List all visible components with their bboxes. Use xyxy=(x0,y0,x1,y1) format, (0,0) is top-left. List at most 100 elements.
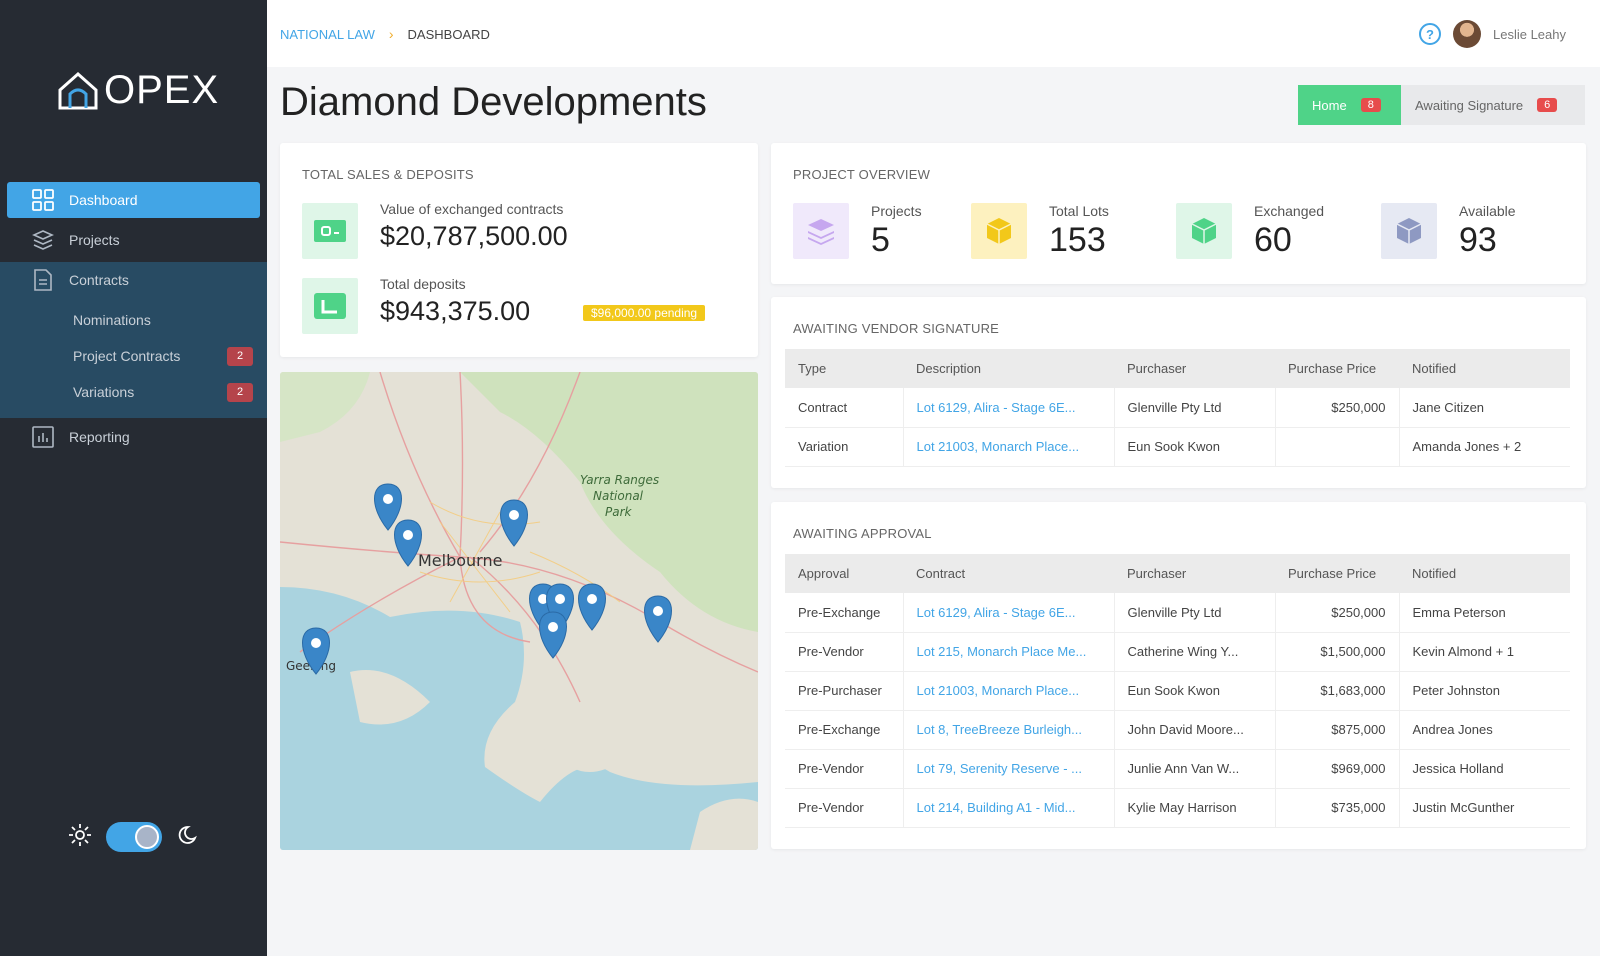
sidebar-subitem-project-contracts[interactable]: Project Contracts 2 xyxy=(0,338,267,374)
stat-label: Total deposits xyxy=(380,276,466,292)
house-logo-icon xyxy=(58,71,98,109)
column-header[interactable]: Notified xyxy=(1399,349,1570,388)
column-header[interactable]: Approval xyxy=(785,554,903,593)
sales-card: TOTAL SALES & DEPOSITS Value of exchange… xyxy=(280,143,758,357)
sidebar-item-label: Dashboard xyxy=(69,192,138,208)
cell-type: Variation xyxy=(785,427,904,467)
logo-text: OPEX xyxy=(104,68,220,112)
sidebar-subitem-label: Project Contracts xyxy=(73,348,181,364)
column-header[interactable]: Purchaser xyxy=(1114,554,1275,593)
sidebar-item-label: Reporting xyxy=(69,429,130,445)
cell-contract-link[interactable]: Lot 21003, Monarch Place... xyxy=(903,671,1115,711)
cell-price: $250,000 xyxy=(1275,593,1400,633)
stat-label: Exchanged xyxy=(1254,203,1325,219)
tab-home[interactable]: Home 8 xyxy=(1298,85,1401,125)
table-row[interactable]: Pre-Vendor Lot 214, Building A1 - Mid...… xyxy=(785,788,1570,828)
cell-purchaser: Glenville Pty Ltd xyxy=(1114,388,1276,428)
dark-mode-switch[interactable] xyxy=(106,822,162,852)
stat-value: 5 xyxy=(871,221,890,259)
sidebar-item-dashboard[interactable]: Dashboard xyxy=(7,182,260,218)
table-row[interactable]: Pre-Exchange Lot 8, TreeBreeze Burleigh.… xyxy=(785,710,1570,750)
table-row[interactable]: Variation Lot 21003, Monarch Place... Eu… xyxy=(785,427,1570,467)
table-row[interactable]: Contract Lot 6129, Alira - Stage 6E... G… xyxy=(785,388,1570,428)
card-title: PROJECT OVERVIEW xyxy=(793,167,931,182)
stat-available: Available 93 xyxy=(1381,203,1516,260)
user-menu: ? Leslie Leahy xyxy=(1419,20,1566,48)
layers-icon xyxy=(793,203,849,259)
sidebar-item-contracts[interactable]: Contracts xyxy=(7,262,260,298)
column-header[interactable]: Contract xyxy=(903,554,1114,593)
cell-approval: Pre-Vendor xyxy=(785,749,904,789)
cell-notified: Amanda Jones + 2 xyxy=(1399,427,1570,467)
cell-price: $250,000 xyxy=(1275,388,1400,428)
breadcrumb-current: DASHBOARD xyxy=(407,26,490,42)
cell-approval: Pre-Vendor xyxy=(785,788,904,828)
column-header[interactable]: Purchaser xyxy=(1114,349,1275,388)
help-icon[interactable]: ? xyxy=(1419,23,1441,45)
cell-price: $875,000 xyxy=(1275,710,1400,750)
sidebar-item-reporting[interactable]: Reporting xyxy=(7,419,260,455)
user-name[interactable]: Leslie Leahy xyxy=(1493,27,1566,42)
cell-contract-link[interactable]: Lot 215, Monarch Place Me... xyxy=(903,632,1115,672)
sidebar-item-label: Projects xyxy=(69,232,120,248)
table-row[interactable]: Pre-Exchange Lot 6129, Alira - Stage 6E.… xyxy=(785,593,1570,633)
tab-label: Home xyxy=(1312,97,1347,113)
sidebar-item-projects[interactable]: Projects xyxy=(7,222,260,258)
cell-contract-link[interactable]: Lot 8, TreeBreeze Burleigh... xyxy=(903,710,1115,750)
card-title: TOTAL SALES & DEPOSITS xyxy=(302,167,474,182)
cell-type: Contract xyxy=(785,388,904,428)
moon-icon xyxy=(176,824,198,851)
sidebar-item-label: Contracts xyxy=(69,272,129,288)
column-header[interactable]: Purchase Price xyxy=(1275,349,1399,388)
sidebar-subitem-label: Variations xyxy=(73,384,135,400)
table-row[interactable]: Pre-Vendor Lot 215, Monarch Place Me... … xyxy=(785,632,1570,672)
column-header[interactable]: Purchase Price xyxy=(1275,554,1399,593)
stat-label: Projects xyxy=(871,203,922,219)
app-logo[interactable]: OPEX xyxy=(56,68,219,113)
cell-notified: Justin McGunther xyxy=(1399,788,1570,828)
cell-approval: Pre-Purchaser xyxy=(785,671,904,711)
page-title: Diamond Developments xyxy=(280,80,707,124)
cell-purchaser: Eun Sook Kwon xyxy=(1114,427,1276,467)
cube-icon xyxy=(1176,203,1232,259)
stat-value: 153 xyxy=(1049,221,1106,259)
avatar[interactable] xyxy=(1453,20,1481,48)
wallet-icon xyxy=(302,278,358,334)
sidebar-subitem-nominations[interactable]: Nominations xyxy=(0,302,267,338)
sun-icon xyxy=(68,823,92,852)
cell-notified: Kevin Almond + 1 xyxy=(1399,632,1570,672)
stat-projects: Projects 5 xyxy=(793,203,922,260)
stat-value: $943,375.00 xyxy=(380,296,531,326)
breadcrumb-link-national-law[interactable]: NATIONAL LAW xyxy=(280,27,375,42)
count-badge: 2 xyxy=(227,346,253,366)
exchanged-contracts-stat: Value of exchanged contracts $20,787,500… xyxy=(302,201,568,259)
count-badge: 8 xyxy=(1360,98,1381,112)
cell-contract-link[interactable]: Lot 79, Serenity Reserve - ... xyxy=(903,749,1115,789)
chevron-right-icon: › xyxy=(388,26,394,42)
cube-icon xyxy=(971,203,1027,259)
cell-purchaser: John David Moore... xyxy=(1114,710,1276,750)
count-badge: 6 xyxy=(1537,98,1558,112)
tab-awaiting-signature[interactable]: Awaiting Signature 6 xyxy=(1401,85,1585,125)
cell-price: $1,500,000 xyxy=(1275,632,1400,672)
cell-description-link[interactable]: Lot 6129, Alira - Stage 6E... xyxy=(903,388,1115,428)
cell-price: $969,000 xyxy=(1275,749,1400,789)
cell-purchaser: Kylie May Harrison xyxy=(1114,788,1276,828)
sidebar-subitem-variations[interactable]: Variations 2 xyxy=(0,374,267,410)
table-row[interactable]: Pre-Purchaser Lot 21003, Monarch Place..… xyxy=(785,671,1570,711)
cube-icon xyxy=(1381,203,1437,259)
awaiting-vendor-signature-card: AWAITING VENDOR SIGNATURE Type Descripti… xyxy=(771,297,1586,488)
column-header[interactable]: Notified xyxy=(1399,554,1570,593)
vendor-signature-table: Type Description Purchaser Purchase Pric… xyxy=(785,349,1570,467)
cell-description-link[interactable]: Lot 21003, Monarch Place... xyxy=(903,427,1115,467)
layers-icon xyxy=(31,228,55,252)
column-header[interactable]: Description xyxy=(903,349,1114,388)
grid-icon xyxy=(31,188,55,212)
column-header[interactable]: Type xyxy=(785,349,903,388)
cell-contract-link[interactable]: Lot 214, Building A1 - Mid... xyxy=(903,788,1115,828)
cell-notified: Jessica Holland xyxy=(1399,749,1570,789)
table-row[interactable]: Pre-Vendor Lot 79, Serenity Reserve - ..… xyxy=(785,749,1570,789)
projects-map[interactable]: Yarra RangesNationalPark Melbourne Geelo… xyxy=(280,372,758,850)
stat-value: 60 xyxy=(1254,221,1292,259)
cell-contract-link[interactable]: Lot 6129, Alira - Stage 6E... xyxy=(903,593,1115,633)
